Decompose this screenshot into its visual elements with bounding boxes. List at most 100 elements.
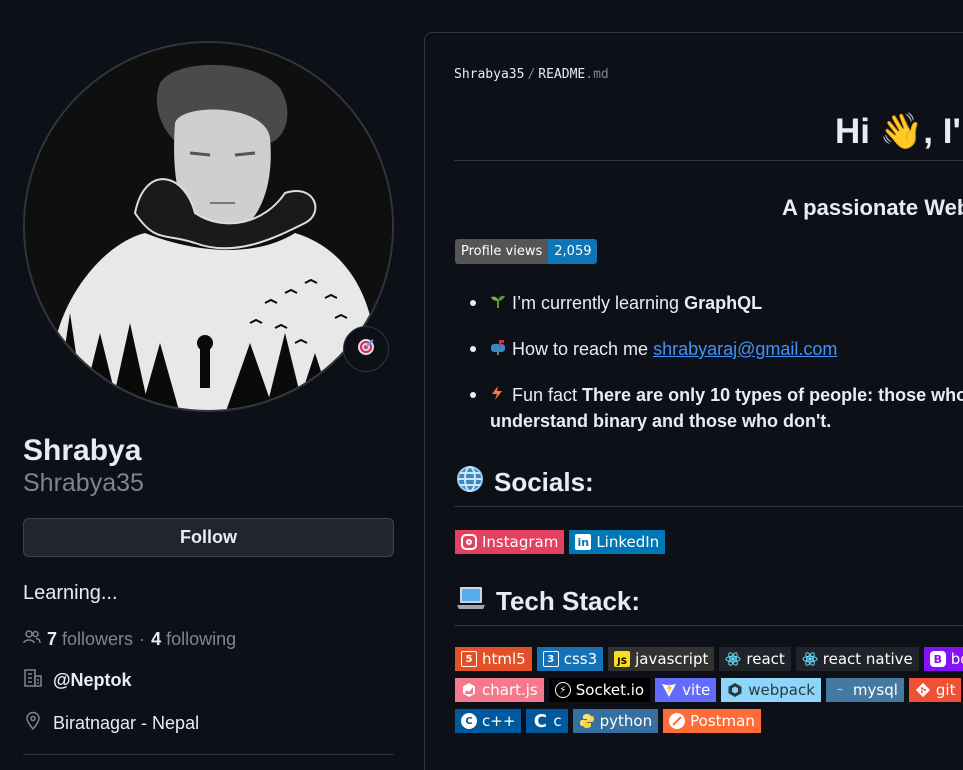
funfact-text: Fun fact [512,385,583,405]
profile-name: Shrabya [23,434,142,467]
readme-file-ext: .md [585,67,609,82]
profile-sidebar: Shrabya Shrabya35 Follow Learning... 7 f… [23,41,394,755]
python-icon [579,713,595,729]
avatar[interactable] [23,41,394,412]
git-label: git [935,681,956,699]
list-item-funfact: Fun fact There are only 10 types of peop… [470,382,963,434]
organization-link[interactable]: @Neptok [53,670,132,691]
instagram-badge[interactable]: Instagram [455,530,565,554]
avatar-container [23,41,394,412]
techstack-heading: Tech Stack: [456,585,640,618]
list-item-reach: How to reach me shrabyaraj@gmail.com [470,336,963,362]
breadcrumb-separator: / [527,67,536,82]
postman-label: Postman [690,712,755,730]
follow-stats: 7 followers · 4 following [23,629,394,650]
followers-link[interactable]: 7 followers [47,629,133,650]
webpack-label: webpack [748,681,815,699]
cpp-badge: C c++ [455,709,522,733]
location-pin-icon [23,711,43,736]
greeting-divider [454,160,963,161]
react-native-icon [802,651,818,667]
target-emoji-icon [357,338,375,361]
socials-heading: Socials: [456,465,594,500]
tech-badges-row-2: chart.js ⚡ Socket.io vite webpack ~ mysq… [455,678,962,702]
git-icon [915,682,931,698]
email-link[interactable]: shrabyaraj@gmail.com [653,339,837,359]
mysql-icon: ~ [836,686,843,694]
readme-breadcrumb: Shrabya35/README.md [454,67,609,82]
python-badge: python [572,709,659,733]
following-label: following [166,629,237,649]
vite-badge: vite [655,678,717,702]
readme-file-base: README [538,67,586,82]
react-label: react [746,650,785,668]
css3-badge: 3 css3 [536,647,604,671]
socials-badges: Instagram in LinkedIn [455,530,666,554]
c-icon: C [533,710,547,732]
cpp-icon: C [461,713,477,729]
techstack-divider [454,625,963,626]
readme-owner-link[interactable]: Shrabya35 [454,67,524,82]
learning-topic: GraphQL [684,293,763,313]
profile-views-count: 2,059 [548,239,598,264]
webpack-badge: webpack [721,678,821,702]
socketio-icon: ⚡ [554,682,571,698]
profile-views-label: Profile views [455,239,549,264]
socials-heading-text: Socials: [494,467,594,497]
profile-username: Shrabya35 [23,469,144,497]
c-label: c [553,712,562,730]
laptop-icon [456,585,486,618]
organization-row: @Neptok [23,668,394,693]
techstack-heading-text: Tech Stack: [496,586,641,616]
socketio-label: Socket.io [575,681,645,699]
css3-icon: 3 [542,651,559,667]
react-native-label: react native [822,650,913,668]
mailbox-icon [490,336,512,362]
list-item-learning: I’m currently learning GraphQL [470,290,963,316]
socketio-badge: ⚡ Socket.io [548,678,651,702]
javascript-badge: JS javascript [608,647,715,671]
vite-icon [661,682,677,698]
html5-label: html5 [482,650,526,668]
socials-divider [454,506,963,507]
following-link[interactable]: 4 following [151,629,236,650]
c-badge: C c [526,709,568,733]
bootstrap-badge: B boot [923,647,963,671]
reach-text: How to reach me [512,339,654,359]
chartjs-icon [461,682,477,698]
instagram-icon [461,534,477,550]
postman-badge: Postman [663,709,761,733]
location-text: Biratnagar - Nepal [53,713,200,733]
javascript-label: javascript [635,650,709,668]
react-icon [725,651,741,667]
readme-bullets: I’m currently learning GraphQL How to re… [470,290,963,454]
mysql-badge: ~ mysql [825,678,904,702]
linkedin-badge[interactable]: in LinkedIn [569,530,666,554]
tech-badges-row-3: C c++ C c python Postman [455,709,761,733]
readme-tagline: A passionate Web [782,195,963,220]
postman-icon [669,713,686,729]
readme-file-link[interactable]: README.md [538,67,608,82]
follow-button[interactable]: Follow [23,518,394,557]
linkedin-label: LinkedIn [596,533,660,551]
bootstrap-label: boot [950,650,963,668]
status-button[interactable] [343,326,389,372]
following-count: 4 [151,629,162,649]
followers-label: followers [62,629,134,649]
instagram-label: Instagram [482,533,559,551]
separator-dot: · [139,629,146,649]
javascript-icon: JS [614,651,631,667]
building-icon [23,668,43,693]
react-badge: react [719,647,791,671]
lightning-icon [490,382,512,408]
cpp-label: c++ [482,712,516,730]
webpack-icon [727,682,743,698]
python-label: python [599,712,653,730]
css3-label: css3 [563,650,598,668]
learning-text: I’m currently learning [512,293,685,313]
mysql-label: mysql [852,681,898,699]
sidebar-divider [23,754,394,755]
git-badge: git [908,678,962,702]
people-icon [23,629,41,650]
vite-label: vite [682,681,711,699]
